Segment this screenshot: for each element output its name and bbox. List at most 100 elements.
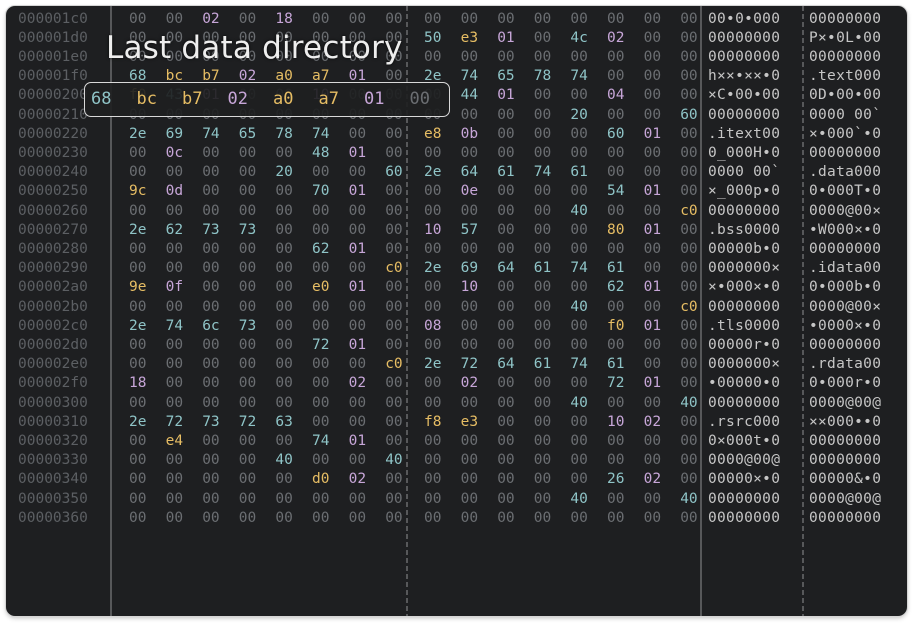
hex-byte[interactable]: 72 xyxy=(312,336,334,355)
hex-byte[interactable]: 00 xyxy=(680,67,702,86)
hex-byte[interactable]: 00 xyxy=(385,10,407,29)
hex-byte[interactable]: 00 xyxy=(461,202,483,221)
hex-byte[interactable]: 00 xyxy=(129,144,151,163)
hex-byte[interactable]: 20 xyxy=(275,163,297,182)
hex-byte[interactable]: 61 xyxy=(570,163,592,182)
hex-byte[interactable]: 54 xyxy=(607,182,629,201)
hex-byte[interactable]: 04 xyxy=(607,86,629,105)
hex-byte[interactable]: 00 xyxy=(385,394,407,413)
hex-byte[interactable]: 00 xyxy=(680,86,702,105)
hex-byte[interactable]: 00 xyxy=(239,394,261,413)
hex-byte[interactable]: 18 xyxy=(129,374,151,393)
hex-byte[interactable]: 00 xyxy=(680,182,702,201)
hex-byte[interactable]: e4 xyxy=(166,432,188,451)
hex-byte[interactable]: 00 xyxy=(202,144,224,163)
hex-byte[interactable]: 00 xyxy=(570,470,592,489)
hex-byte[interactable]: e3 xyxy=(461,413,483,432)
hex-byte[interactable]: 02 xyxy=(349,374,371,393)
hex-byte[interactable]: 00 xyxy=(239,336,261,355)
hex-byte[interactable]: 00 xyxy=(166,259,188,278)
hex-byte[interactable]: 20 xyxy=(570,106,592,125)
hex-byte[interactable]: 00 xyxy=(166,470,188,489)
hex-byte[interactable]: 00 xyxy=(497,298,519,317)
hex-byte[interactable]: 00 xyxy=(166,163,188,182)
hex-byte[interactable]: 00 xyxy=(129,10,151,29)
hex-byte[interactable]: 00 xyxy=(497,182,519,201)
hex-byte[interactable]: 00 xyxy=(275,374,297,393)
hex-byte[interactable]: 00 xyxy=(497,10,519,29)
hex-byte[interactable]: 2e xyxy=(129,125,151,144)
hex-byte[interactable]: 00 xyxy=(497,144,519,163)
hex-byte[interactable]: 00 xyxy=(680,29,702,48)
hex-byte[interactable]: 00 xyxy=(534,48,556,67)
hex-byte[interactable]: 00 xyxy=(644,432,666,451)
hex-byte[interactable]: 00 xyxy=(385,202,407,221)
hex-byte[interactable]: 00 xyxy=(534,221,556,240)
hex-byte[interactable]: 00 xyxy=(570,317,592,336)
hex-byte[interactable]: 00 xyxy=(497,374,519,393)
hex-byte[interactable]: 2e xyxy=(129,413,151,432)
hex-byte[interactable]: 4c xyxy=(570,29,592,48)
hex-byte[interactable]: 00 xyxy=(275,355,297,374)
hex-byte[interactable]: 00 xyxy=(166,490,188,509)
hex-byte[interactable]: 0c xyxy=(166,144,188,163)
hex-byte[interactable]: 0b xyxy=(461,125,483,144)
hex-byte[interactable]: 00 xyxy=(680,374,702,393)
hex-byte[interactable]: 00 xyxy=(349,221,371,240)
hex-byte[interactable]: f0 xyxy=(607,317,629,336)
hex-byte[interactable]: e3 xyxy=(461,29,483,48)
hex-byte[interactable]: 60 xyxy=(385,163,407,182)
hex-byte[interactable]: 00 xyxy=(607,48,629,67)
hex-byte[interactable]: 50 xyxy=(424,29,446,48)
hex-byte[interactable]: 00 xyxy=(202,374,224,393)
hex-byte[interactable]: 00 xyxy=(424,202,446,221)
hex-byte[interactable]: 64 xyxy=(497,259,519,278)
hex-byte[interactable]: 00 xyxy=(644,86,666,105)
hex-byte[interactable]: 00 xyxy=(424,451,446,470)
hex-byte[interactable]: 00 xyxy=(680,470,702,489)
hex-byte[interactable]: 00 xyxy=(644,48,666,67)
hex-byte[interactable]: 00 xyxy=(129,355,151,374)
hex-byte[interactable]: 00 xyxy=(680,413,702,432)
hex-byte[interactable]: 40 xyxy=(275,451,297,470)
hex-byte[interactable]: 00 xyxy=(497,202,519,221)
hex-byte[interactable]: 00 xyxy=(644,67,666,86)
hex-byte[interactable]: 9e xyxy=(129,278,151,297)
hex-byte[interactable]: 00 xyxy=(534,298,556,317)
hex-byte[interactable]: 00 xyxy=(202,432,224,451)
hex-byte[interactable]: 00 xyxy=(166,336,188,355)
hex-byte[interactable]: 00 xyxy=(202,259,224,278)
hex-byte[interactable]: 00 xyxy=(202,336,224,355)
hex-byte[interactable]: 00 xyxy=(312,509,334,528)
hex-byte[interactable]: 00 xyxy=(461,394,483,413)
hex-byte[interactable]: 00 xyxy=(424,394,446,413)
hex-byte[interactable]: 08 xyxy=(424,317,446,336)
hex-byte[interactable]: 00 xyxy=(644,29,666,48)
hex-byte[interactable]: 00 xyxy=(680,163,702,182)
hex-byte[interactable]: 00 xyxy=(385,336,407,355)
hex-byte[interactable]: 00 xyxy=(349,163,371,182)
hex-byte[interactable]: 00 xyxy=(461,432,483,451)
hex-byte[interactable]: f8 xyxy=(424,413,446,432)
hex-byte[interactable]: 00 xyxy=(129,509,151,528)
hex-byte[interactable]: 00 xyxy=(607,106,629,125)
hex-byte[interactable]: 00 xyxy=(680,144,702,163)
hex-byte[interactable]: 00 xyxy=(239,163,261,182)
hex-byte[interactable]: 74 xyxy=(202,125,224,144)
hex-byte[interactable]: 01 xyxy=(349,240,371,259)
hex-byte[interactable]: c0 xyxy=(680,202,702,221)
hex-byte[interactable]: 00 xyxy=(239,240,261,259)
hex-byte[interactable]: 73 xyxy=(202,413,224,432)
hex-byte[interactable]: 00 xyxy=(202,451,224,470)
hex-byte[interactable]: 40 xyxy=(570,490,592,509)
hex-byte[interactable]: 00 xyxy=(312,490,334,509)
hex-byte[interactable]: 00 xyxy=(312,317,334,336)
hex-byte[interactable]: 62 xyxy=(166,221,188,240)
hex-byte[interactable]: 00 xyxy=(534,278,556,297)
hex-byte[interactable]: 00 xyxy=(385,413,407,432)
hex-byte[interactable]: 00 xyxy=(312,10,334,29)
hex-byte[interactable]: 00 xyxy=(202,278,224,297)
hex-byte[interactable]: 00 xyxy=(497,470,519,489)
hex-byte[interactable]: 72 xyxy=(166,413,188,432)
hex-byte[interactable]: 00 xyxy=(275,490,297,509)
